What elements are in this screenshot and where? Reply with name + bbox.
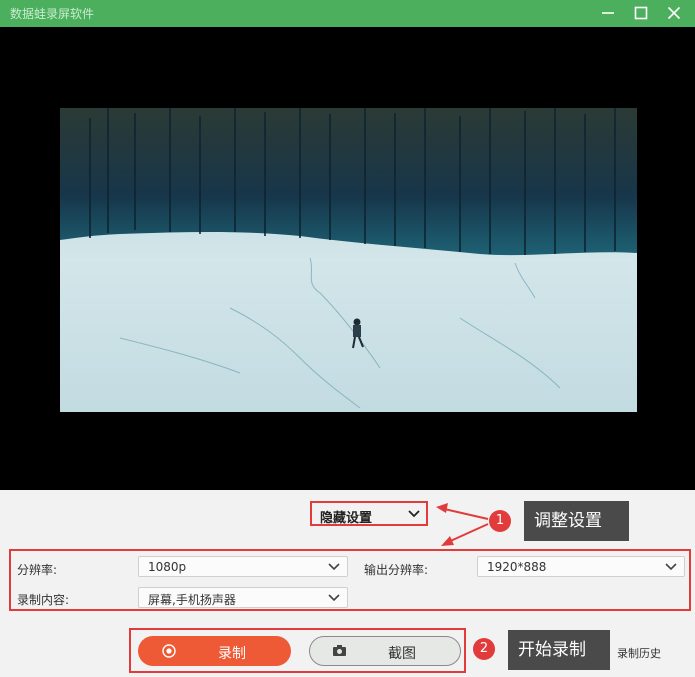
recorder-window: 数据蛙录屏软件 隐藏设置 1 调整设置 分辨率: 1080p 输出分辨率: 19…: [0, 0, 695, 677]
screenshot-label: 截图: [388, 646, 416, 662]
window-title: 数据蛙录屏软件: [10, 7, 95, 21]
minimize-icon: [602, 12, 614, 14]
hide-settings-label: 隐藏设置: [320, 511, 373, 526]
screenshot-button[interactable]: 截图: [309, 636, 461, 666]
callout-number-1: 1: [489, 510, 511, 532]
resolution-value: 1080p: [148, 560, 187, 574]
content-select[interactable]: 屏幕,手机扬声器: [138, 587, 348, 608]
output-resolution-label: 输出分辨率:: [364, 563, 429, 577]
preview-area: [0, 27, 695, 490]
title-bar: 数据蛙录屏软件: [0, 0, 695, 27]
callout-adjust-settings: 调整设置: [524, 501, 629, 541]
maximize-button[interactable]: [624, 0, 658, 27]
chevron-down-icon: [665, 563, 677, 571]
recording-history-link[interactable]: 录制历史: [617, 645, 661, 661]
chevron-down-icon: [328, 594, 340, 602]
output-resolution-select[interactable]: 1920*888: [477, 556, 685, 577]
camera-icon: [333, 645, 346, 656]
close-button[interactable]: [657, 0, 691, 27]
resolution-select[interactable]: 1080p: [138, 556, 348, 577]
callout-start-recording: 开始录制: [508, 630, 610, 670]
callout-number-2: 2: [473, 638, 495, 660]
content-value: 屏幕,手机扬声器: [148, 593, 236, 607]
close-icon: [667, 6, 681, 20]
record-button[interactable]: 录制: [138, 636, 291, 666]
content-label: 录制内容:: [17, 593, 70, 607]
maximize-icon: [634, 6, 648, 20]
chevron-down-icon: [328, 563, 340, 571]
output-resolution-value: 1920*888: [487, 560, 547, 574]
minimize-button[interactable]: [591, 0, 625, 27]
record-label: 录制: [218, 646, 246, 662]
chevron-down-icon: [408, 510, 420, 518]
record-icon: [162, 644, 176, 658]
hide-settings-toggle[interactable]: 隐藏设置: [310, 501, 428, 526]
video-frame: [60, 108, 637, 412]
resolution-label: 分辨率:: [17, 563, 58, 577]
